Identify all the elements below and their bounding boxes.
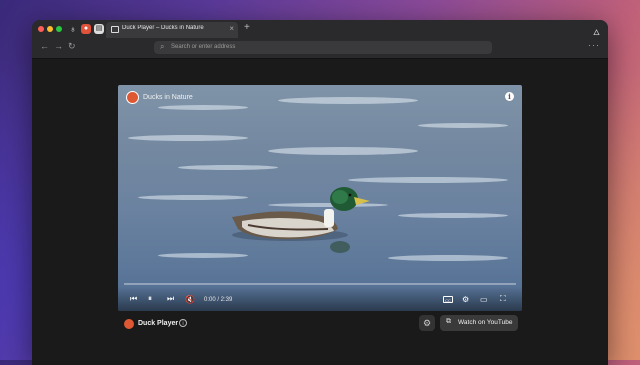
water-ripple <box>418 123 508 128</box>
watch-on-youtube-button[interactable]: ⧉ Watch on YouTube <box>440 315 518 331</box>
pause-icon[interactable]: ⏸ <box>148 294 152 304</box>
info-icon[interactable]: i <box>179 319 187 327</box>
close-window-button[interactable] <box>38 26 44 32</box>
new-tab-button[interactable]: + <box>244 22 250 33</box>
captions-icon[interactable]: CC <box>443 296 453 303</box>
water-ripple <box>178 165 278 170</box>
pinned-tab-ddg-icon[interactable]: ● <box>81 24 91 34</box>
video-title: Ducks in Nature <box>143 94 193 101</box>
water-ripple <box>388 255 508 261</box>
video-player[interactable]: Ducks in Nature i ⏮ ⏸ ⏭ 🔇 0:00 / 2:39 CC… <box>118 85 522 311</box>
airplay-icon[interactable]: ▭ <box>480 295 488 304</box>
more-menu-icon[interactable]: ··· <box>588 40 600 50</box>
forward-icon[interactable]: → <box>54 41 63 51</box>
player-controls: ⏮ ⏸ ⏭ 🔇 0:00 / 2:39 CC ⚙ ▭ ⛶ <box>118 287 522 311</box>
water-ripple <box>278 97 418 104</box>
tab-bar: ♁ ● ▤ Duck Player – Ducks in Nature × + … <box>32 20 608 38</box>
tab-duck-player[interactable]: Duck Player – Ducks in Nature × <box>106 22 238 38</box>
maximize-window-button[interactable] <box>56 26 62 32</box>
external-link-icon: ⧉ <box>446 318 451 325</box>
page-content: Ducks in Nature i ⏮ ⏸ ⏭ 🔇 0:00 / 2:39 CC… <box>32 59 608 365</box>
footer-title: Duck Player <box>138 320 179 327</box>
info-icon[interactable]: i <box>505 92 514 101</box>
skip-back-icon[interactable]: ⏮ <box>130 294 137 304</box>
water-ripple <box>348 177 508 183</box>
pinned-tab-airbnb-icon[interactable]: ♁ <box>68 24 78 34</box>
tab-title: Duck Player – Ducks in Nature <box>122 25 204 31</box>
reload-icon[interactable]: ↻ <box>68 41 76 52</box>
settings-button[interactable]: ⚙ <box>419 315 435 331</box>
duck-image <box>232 187 370 253</box>
pinned-tab-document-icon[interactable]: ▤ <box>94 24 104 34</box>
settings-icon[interactable]: ⚙ <box>462 295 469 304</box>
duckduckgo-logo-icon <box>124 319 134 329</box>
water-ripple <box>398 213 508 218</box>
address-bar[interactable]: ⌕ Search or enter address <box>154 41 492 54</box>
duckduckgo-logo-icon <box>126 91 139 104</box>
navigation-toolbar: ← → ↻ ⌕ Search or enter address ··· <box>32 38 608 59</box>
water-ripple <box>158 105 248 110</box>
water-ripple <box>128 135 248 141</box>
address-placeholder: Search or enter address <box>171 44 236 50</box>
skip-forward-icon[interactable]: ⏭ <box>167 294 174 304</box>
mute-icon[interactable]: 🔇 <box>185 295 195 304</box>
tab-close-icon[interactable]: × <box>229 24 234 33</box>
watch-on-youtube-label: Watch on YouTube <box>458 319 513 326</box>
search-icon: ⌕ <box>160 42 165 51</box>
minimize-window-button[interactable] <box>47 26 53 32</box>
duck-player-footer: Duck Player i ⚙ ⧉ Watch on YouTube <box>118 315 522 335</box>
browser-window: ♁ ● ▤ Duck Player – Ducks in Nature × + … <box>32 20 608 365</box>
water-ripple <box>268 147 418 155</box>
fullscreen-icon[interactable]: ⛶ <box>500 294 506 304</box>
video-tab-icon <box>111 26 119 33</box>
time-display: 0:00 / 2:39 <box>204 297 233 303</box>
back-icon[interactable]: ← <box>40 41 49 51</box>
progress-bar[interactable] <box>124 283 516 285</box>
